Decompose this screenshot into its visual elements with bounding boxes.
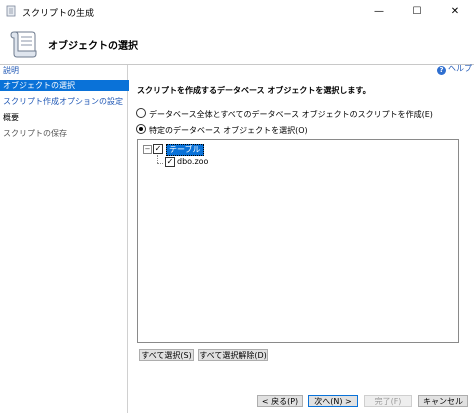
scroll-script-icon	[10, 31, 37, 58]
maximize-button[interactable]: ☐	[398, 0, 436, 24]
back-button[interactable]: < 戻る(P)	[257, 395, 303, 407]
sidebar-item-scripting-options[interactable]: スクリプト作成オプションの設定	[3, 96, 125, 107]
radio-specific-label: 特定のデータベース オブジェクトを選択(O)	[149, 126, 308, 135]
collapse-icon[interactable]: −	[143, 145, 152, 154]
select-all-button[interactable]: すべて選択(S)	[139, 349, 194, 361]
sidebar-item-choose-objects[interactable]: オブジェクトの選択	[0, 80, 129, 91]
deselect-all-button[interactable]: すべて選択解除(D)	[198, 349, 268, 361]
radio-circle[interactable]	[136, 108, 146, 118]
page-title: オブジェクトの選択	[48, 41, 138, 52]
object-tree	[137, 139, 459, 343]
help-label: ヘルプ	[448, 64, 472, 73]
window-title: スクリプトの生成	[22, 9, 95, 19]
next-button[interactable]: 次へ(N) >	[308, 395, 358, 407]
help-icon: ?	[437, 66, 446, 75]
instruction-text: スクリプトを作成するデータベース オブジェクトを選択します。	[137, 86, 371, 95]
sidebar-item-summary[interactable]: 概要	[3, 112, 125, 123]
minimize-button[interactable]: —	[360, 0, 398, 24]
script-app-icon	[6, 5, 16, 17]
tree-node-dbo-zoo[interactable]: dbo.zoo	[177, 157, 208, 166]
radio-all-label: データベース全体とすべてのデータベース オブジェクトのスクリプトを作成(E)	[149, 110, 433, 119]
tree-connector-h	[157, 163, 163, 164]
close-button[interactable]: ✕	[436, 0, 474, 24]
radio-select-specific-objects[interactable]: 特定のデータベース オブジェクトを選択(O)	[136, 124, 308, 136]
sidebar-item-save-scripts: スクリプトの保存	[3, 129, 67, 138]
tree-node-tables[interactable]: テーブル	[166, 144, 204, 156]
radio-script-entire-database[interactable]: データベース全体とすべてのデータベース オブジェクトのスクリプトを作成(E)	[136, 108, 433, 120]
dbo-zoo-checkbox[interactable]: ✓	[165, 157, 175, 167]
cancel-button[interactable]: キャンセル	[418, 395, 468, 407]
help-link[interactable]: ? ヘルプ	[437, 63, 472, 75]
sidebar-item-description[interactable]: 説明	[3, 65, 125, 76]
tables-checkbox[interactable]: ✓	[153, 144, 163, 154]
tree-connector	[157, 155, 158, 163]
radio-circle-selected[interactable]	[136, 124, 146, 134]
finish-button: 完了(F)	[364, 395, 412, 407]
